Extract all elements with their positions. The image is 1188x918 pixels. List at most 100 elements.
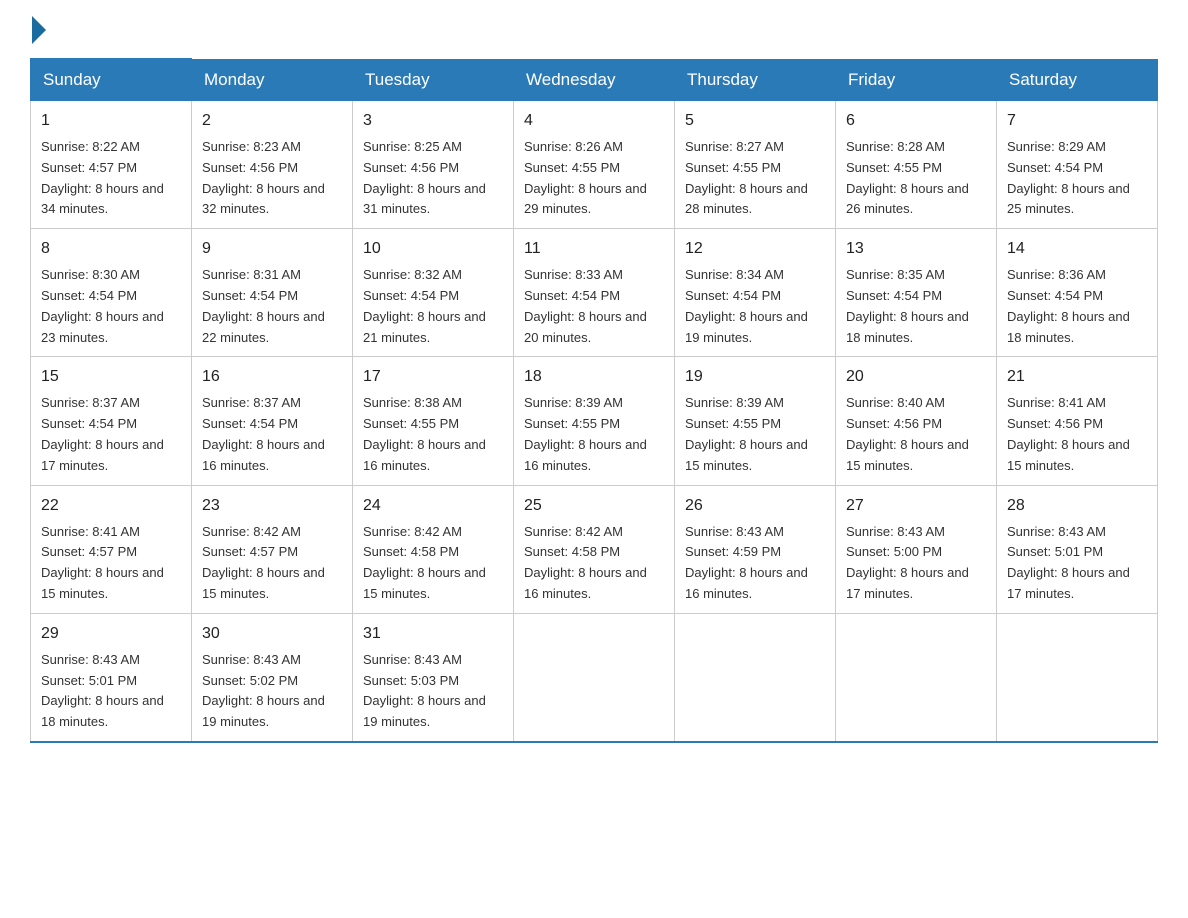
sunrise-sunset-info: Sunrise: 8:39 AMSunset: 4:55 PMDaylight:… (685, 395, 808, 472)
day-header-sunday: Sunday (31, 59, 192, 101)
calendar-week-row: 22 Sunrise: 8:41 AMSunset: 4:57 PMDaylig… (31, 485, 1158, 613)
calendar-cell: 21 Sunrise: 8:41 AMSunset: 4:56 PMDaylig… (997, 357, 1158, 485)
sunrise-sunset-info: Sunrise: 8:43 AMSunset: 5:01 PMDaylight:… (1007, 524, 1130, 601)
calendar-cell: 29 Sunrise: 8:43 AMSunset: 5:01 PMDaylig… (31, 613, 192, 742)
calendar-cell: 24 Sunrise: 8:42 AMSunset: 4:58 PMDaylig… (353, 485, 514, 613)
sunrise-sunset-info: Sunrise: 8:33 AMSunset: 4:54 PMDaylight:… (524, 267, 647, 344)
sunrise-sunset-info: Sunrise: 8:39 AMSunset: 4:55 PMDaylight:… (524, 395, 647, 472)
day-header-friday: Friday (836, 59, 997, 101)
calendar-cell: 28 Sunrise: 8:43 AMSunset: 5:01 PMDaylig… (997, 485, 1158, 613)
sunrise-sunset-info: Sunrise: 8:37 AMSunset: 4:54 PMDaylight:… (202, 395, 325, 472)
calendar-cell: 18 Sunrise: 8:39 AMSunset: 4:55 PMDaylig… (514, 357, 675, 485)
day-number: 20 (846, 365, 986, 389)
day-number: 21 (1007, 365, 1147, 389)
calendar-table: SundayMondayTuesdayWednesdayThursdayFrid… (30, 58, 1158, 743)
day-number: 3 (363, 109, 503, 133)
sunrise-sunset-info: Sunrise: 8:36 AMSunset: 4:54 PMDaylight:… (1007, 267, 1130, 344)
calendar-cell (997, 613, 1158, 742)
calendar-cell: 17 Sunrise: 8:38 AMSunset: 4:55 PMDaylig… (353, 357, 514, 485)
day-number: 13 (846, 237, 986, 261)
day-number: 8 (41, 237, 181, 261)
sunrise-sunset-info: Sunrise: 8:41 AMSunset: 4:56 PMDaylight:… (1007, 395, 1130, 472)
sunrise-sunset-info: Sunrise: 8:25 AMSunset: 4:56 PMDaylight:… (363, 139, 486, 216)
sunrise-sunset-info: Sunrise: 8:40 AMSunset: 4:56 PMDaylight:… (846, 395, 969, 472)
day-number: 31 (363, 622, 503, 646)
sunrise-sunset-info: Sunrise: 8:27 AMSunset: 4:55 PMDaylight:… (685, 139, 808, 216)
calendar-cell: 5 Sunrise: 8:27 AMSunset: 4:55 PMDayligh… (675, 101, 836, 229)
day-number: 28 (1007, 494, 1147, 518)
calendar-cell: 22 Sunrise: 8:41 AMSunset: 4:57 PMDaylig… (31, 485, 192, 613)
calendar-week-row: 1 Sunrise: 8:22 AMSunset: 4:57 PMDayligh… (31, 101, 1158, 229)
calendar-cell: 8 Sunrise: 8:30 AMSunset: 4:54 PMDayligh… (31, 229, 192, 357)
day-number: 5 (685, 109, 825, 133)
calendar-cell: 16 Sunrise: 8:37 AMSunset: 4:54 PMDaylig… (192, 357, 353, 485)
sunrise-sunset-info: Sunrise: 8:23 AMSunset: 4:56 PMDaylight:… (202, 139, 325, 216)
day-number: 7 (1007, 109, 1147, 133)
calendar-cell: 10 Sunrise: 8:32 AMSunset: 4:54 PMDaylig… (353, 229, 514, 357)
day-number: 10 (363, 237, 503, 261)
sunrise-sunset-info: Sunrise: 8:42 AMSunset: 4:58 PMDaylight:… (363, 524, 486, 601)
sunrise-sunset-info: Sunrise: 8:30 AMSunset: 4:54 PMDaylight:… (41, 267, 164, 344)
calendar-cell: 7 Sunrise: 8:29 AMSunset: 4:54 PMDayligh… (997, 101, 1158, 229)
day-number: 14 (1007, 237, 1147, 261)
sunrise-sunset-info: Sunrise: 8:32 AMSunset: 4:54 PMDaylight:… (363, 267, 486, 344)
calendar-cell: 6 Sunrise: 8:28 AMSunset: 4:55 PMDayligh… (836, 101, 997, 229)
calendar-cell: 14 Sunrise: 8:36 AMSunset: 4:54 PMDaylig… (997, 229, 1158, 357)
calendar-cell: 30 Sunrise: 8:43 AMSunset: 5:02 PMDaylig… (192, 613, 353, 742)
calendar-cell: 2 Sunrise: 8:23 AMSunset: 4:56 PMDayligh… (192, 101, 353, 229)
calendar-cell (675, 613, 836, 742)
sunrise-sunset-info: Sunrise: 8:31 AMSunset: 4:54 PMDaylight:… (202, 267, 325, 344)
day-number: 22 (41, 494, 181, 518)
day-number: 19 (685, 365, 825, 389)
day-number: 23 (202, 494, 342, 518)
day-number: 1 (41, 109, 181, 133)
calendar-cell: 15 Sunrise: 8:37 AMSunset: 4:54 PMDaylig… (31, 357, 192, 485)
day-number: 27 (846, 494, 986, 518)
calendar-week-row: 8 Sunrise: 8:30 AMSunset: 4:54 PMDayligh… (31, 229, 1158, 357)
day-number: 15 (41, 365, 181, 389)
day-number: 24 (363, 494, 503, 518)
page-header (30, 20, 1158, 38)
calendar-cell: 9 Sunrise: 8:31 AMSunset: 4:54 PMDayligh… (192, 229, 353, 357)
day-number: 4 (524, 109, 664, 133)
calendar-cell (836, 613, 997, 742)
sunrise-sunset-info: Sunrise: 8:22 AMSunset: 4:57 PMDaylight:… (41, 139, 164, 216)
sunrise-sunset-info: Sunrise: 8:43 AMSunset: 5:01 PMDaylight:… (41, 652, 164, 729)
day-header-wednesday: Wednesday (514, 59, 675, 101)
calendar-header-row: SundayMondayTuesdayWednesdayThursdayFrid… (31, 59, 1158, 101)
sunrise-sunset-info: Sunrise: 8:43 AMSunset: 5:03 PMDaylight:… (363, 652, 486, 729)
sunrise-sunset-info: Sunrise: 8:43 AMSunset: 4:59 PMDaylight:… (685, 524, 808, 601)
day-number: 12 (685, 237, 825, 261)
sunrise-sunset-info: Sunrise: 8:42 AMSunset: 4:58 PMDaylight:… (524, 524, 647, 601)
calendar-cell: 1 Sunrise: 8:22 AMSunset: 4:57 PMDayligh… (31, 101, 192, 229)
sunrise-sunset-info: Sunrise: 8:41 AMSunset: 4:57 PMDaylight:… (41, 524, 164, 601)
day-number: 16 (202, 365, 342, 389)
calendar-cell: 11 Sunrise: 8:33 AMSunset: 4:54 PMDaylig… (514, 229, 675, 357)
calendar-cell: 13 Sunrise: 8:35 AMSunset: 4:54 PMDaylig… (836, 229, 997, 357)
sunrise-sunset-info: Sunrise: 8:43 AMSunset: 5:02 PMDaylight:… (202, 652, 325, 729)
day-number: 9 (202, 237, 342, 261)
sunrise-sunset-info: Sunrise: 8:26 AMSunset: 4:55 PMDaylight:… (524, 139, 647, 216)
sunrise-sunset-info: Sunrise: 8:42 AMSunset: 4:57 PMDaylight:… (202, 524, 325, 601)
day-header-tuesday: Tuesday (353, 59, 514, 101)
sunrise-sunset-info: Sunrise: 8:35 AMSunset: 4:54 PMDaylight:… (846, 267, 969, 344)
calendar-cell: 12 Sunrise: 8:34 AMSunset: 4:54 PMDaylig… (675, 229, 836, 357)
calendar-cell: 19 Sunrise: 8:39 AMSunset: 4:55 PMDaylig… (675, 357, 836, 485)
calendar-cell: 25 Sunrise: 8:42 AMSunset: 4:58 PMDaylig… (514, 485, 675, 613)
sunrise-sunset-info: Sunrise: 8:37 AMSunset: 4:54 PMDaylight:… (41, 395, 164, 472)
sunrise-sunset-info: Sunrise: 8:34 AMSunset: 4:54 PMDaylight:… (685, 267, 808, 344)
day-number: 11 (524, 237, 664, 261)
day-number: 25 (524, 494, 664, 518)
sunrise-sunset-info: Sunrise: 8:28 AMSunset: 4:55 PMDaylight:… (846, 139, 969, 216)
calendar-week-row: 29 Sunrise: 8:43 AMSunset: 5:01 PMDaylig… (31, 613, 1158, 742)
day-number: 26 (685, 494, 825, 518)
day-number: 18 (524, 365, 664, 389)
calendar-cell (514, 613, 675, 742)
calendar-cell: 4 Sunrise: 8:26 AMSunset: 4:55 PMDayligh… (514, 101, 675, 229)
calendar-cell: 3 Sunrise: 8:25 AMSunset: 4:56 PMDayligh… (353, 101, 514, 229)
day-number: 2 (202, 109, 342, 133)
calendar-cell: 23 Sunrise: 8:42 AMSunset: 4:57 PMDaylig… (192, 485, 353, 613)
sunrise-sunset-info: Sunrise: 8:38 AMSunset: 4:55 PMDaylight:… (363, 395, 486, 472)
day-number: 30 (202, 622, 342, 646)
day-number: 6 (846, 109, 986, 133)
